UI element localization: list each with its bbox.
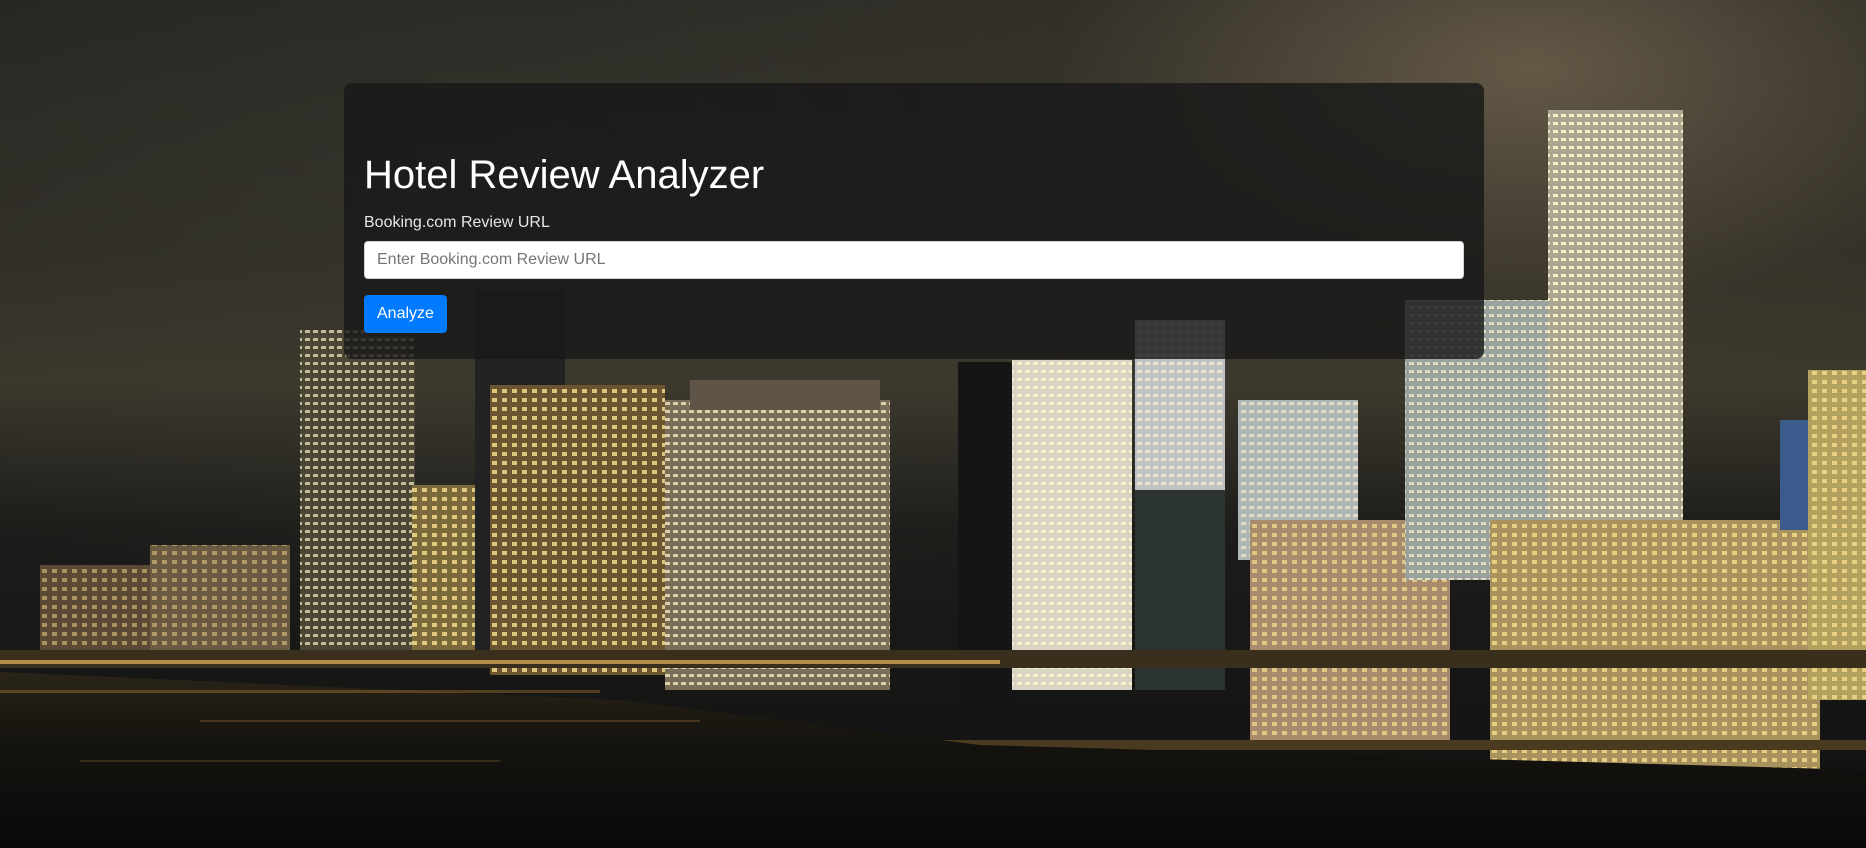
- analyze-button[interactable]: Analyze: [364, 295, 447, 333]
- review-url-input[interactable]: [364, 241, 1464, 279]
- page: Hotel Review Analyzer Booking.com Review…: [0, 0, 1866, 848]
- page-title: Hotel Review Analyzer: [364, 153, 765, 197]
- analyzer-panel: Hotel Review Analyzer Booking.com Review…: [344, 83, 1484, 359]
- url-field-label: Booking.com Review URL: [364, 214, 550, 231]
